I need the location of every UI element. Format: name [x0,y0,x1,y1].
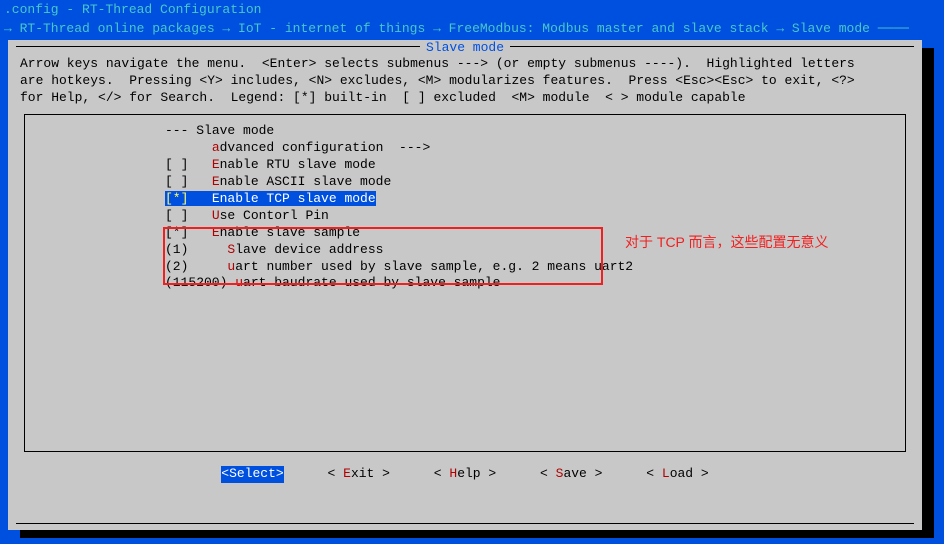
load-button[interactable]: < Load > [646,466,708,483]
menu-item-advanced[interactable]: advanced configuration ---> [25,140,905,157]
menu-item-control-pin[interactable]: [ ] Use Contorl Pin [25,208,905,225]
menu-item-uart-baudrate[interactable]: (115200) uart baudrate used by slave sam… [25,275,905,292]
button-row: <Select> < Exit > < Help > < Save > < Lo… [8,460,922,487]
select-button[interactable]: <Select> [221,466,283,483]
menu-item-uart-number[interactable]: (2) uart number used by slave sample, e.… [25,259,905,276]
help-text: Arrow keys navigate the menu. <Enter> se… [8,54,922,113]
annotation-text: 对于 TCP 而言，这些配置无意义 [625,233,829,251]
menu-box: --- Slave mode advanced configuration --… [24,114,906,452]
breadcrumb: → RT-Thread online packages → IoT - inte… [0,21,944,40]
main-panel-wrapper: Slave mode Arrow keys navigate the menu.… [8,40,936,530]
panel-bottom-border [16,523,914,524]
menu-item-ascii[interactable]: [ ] Enable ASCII slave mode [25,174,905,191]
save-button[interactable]: < Save > [540,466,602,483]
window-title: .config - RT-Thread Configuration [0,0,944,21]
menu-item-rtu[interactable]: [ ] Enable RTU slave mode [25,157,905,174]
panel-title-row: Slave mode [8,40,922,54]
menu-header: --- Slave mode [25,123,905,140]
exit-button[interactable]: < Exit > [328,466,390,483]
help-button[interactable]: < Help > [434,466,496,483]
main-panel: Slave mode Arrow keys navigate the menu.… [8,40,922,530]
panel-title: Slave mode [420,40,510,57]
menu-item-tcp[interactable]: [*] Enable TCP slave mode [25,191,905,208]
